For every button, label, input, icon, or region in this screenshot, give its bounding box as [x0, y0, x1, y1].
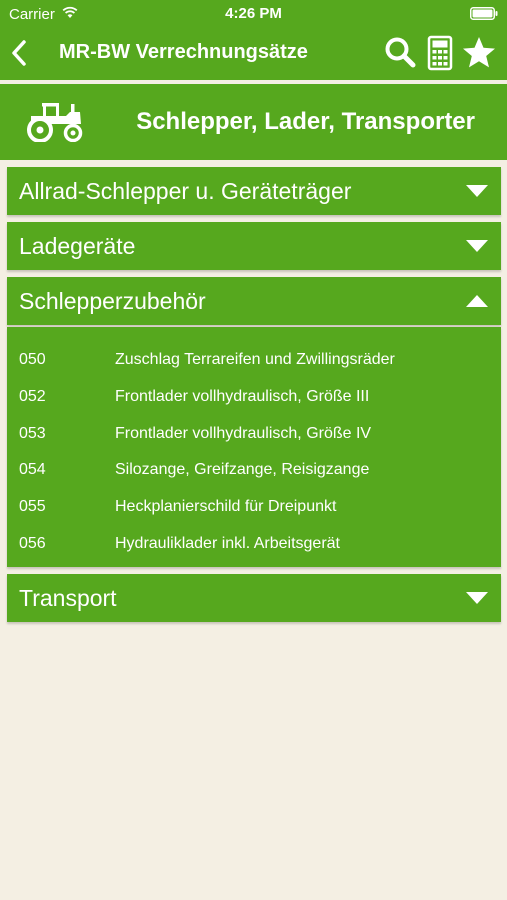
status-time: 4:26 PM: [225, 5, 282, 22]
navigation-bar: MR-BW Verrechnungsätze: [0, 28, 507, 78]
section-label: Transport: [19, 585, 117, 611]
item-label: Silozange, Greifzange, Reisigzange: [115, 461, 370, 478]
chevron-down-icon: [466, 592, 488, 604]
chevron-left-icon: [12, 40, 26, 66]
section-ladegeraete[interactable]: Ladegeräte: [7, 222, 501, 270]
category-title: Schlepper, Lader, Transporter: [136, 108, 475, 135]
list-item[interactable]: 050 Zuschlag Terrareifen und Zwillingsrä…: [7, 342, 501, 378]
section-allrad-schlepper[interactable]: Allrad-Schlepper u. Geräteträger: [7, 167, 501, 215]
page-title: MR-BW Verrechnungsätze: [59, 41, 308, 63]
back-button[interactable]: [6, 36, 36, 70]
item-label: Frontlader vollhydraulisch, Größe III: [115, 388, 370, 405]
chevron-down-icon: [466, 185, 488, 197]
section-label: Allrad-Schlepper u. Geräteträger: [19, 178, 352, 204]
chevron-down-icon: [466, 240, 488, 252]
item-code: 050: [19, 351, 46, 368]
section-label: Ladegeräte: [19, 233, 136, 259]
chevron-up-icon: [466, 295, 488, 307]
battery-icon: [470, 7, 498, 20]
item-code: 056: [19, 535, 46, 552]
tractor-icon: [27, 103, 83, 142]
favorites-button[interactable]: [461, 35, 497, 71]
item-code: 055: [19, 498, 46, 515]
section-label: Schlepperzubehör: [19, 288, 206, 314]
top-bar: Carrier 4:26 PM MR-BW Verrechnungsätze: [0, 0, 507, 80]
item-code: 054: [19, 461, 46, 478]
calculator-icon: [427, 35, 453, 71]
item-code: 053: [19, 425, 46, 442]
item-label: Zuschlag Terrareifen und Zwillingsräder: [115, 351, 395, 368]
list-item[interactable]: 052 Frontlader vollhydraulisch, Größe II…: [7, 379, 501, 415]
item-label: Heckplanierschild für Dreipunkt: [115, 498, 337, 515]
section-transport[interactable]: Transport: [7, 574, 501, 622]
list-item[interactable]: 056 Hydrauliklader inkl. Arbeitsgerät: [7, 526, 501, 562]
item-label: Hydrauliklader inkl. Arbeitsgerät: [115, 535, 340, 552]
list-item[interactable]: 053 Frontlader vollhydraulisch, Größe IV: [7, 416, 501, 452]
star-icon: [463, 37, 495, 68]
category-header: Schlepper, Lader, Transporter: [0, 84, 507, 160]
item-code: 052: [19, 388, 46, 405]
calculator-button[interactable]: [422, 35, 458, 71]
search-button[interactable]: [383, 35, 419, 71]
section-schlepperzubehoer[interactable]: Schlepperzubehör: [7, 277, 501, 325]
list-item[interactable]: 055 Heckplanierschild für Dreipunkt: [7, 489, 501, 525]
item-label: Frontlader vollhydraulisch, Größe IV: [115, 425, 372, 442]
list-item[interactable]: 054 Silozange, Greifzange, Reisigzange: [7, 452, 501, 488]
section-items-panel: 050 Zuschlag Terrareifen und Zwillingsrä…: [7, 327, 501, 567]
search-icon: [385, 37, 416, 68]
status-bar: Carrier 4:26 PM: [0, 0, 507, 28]
